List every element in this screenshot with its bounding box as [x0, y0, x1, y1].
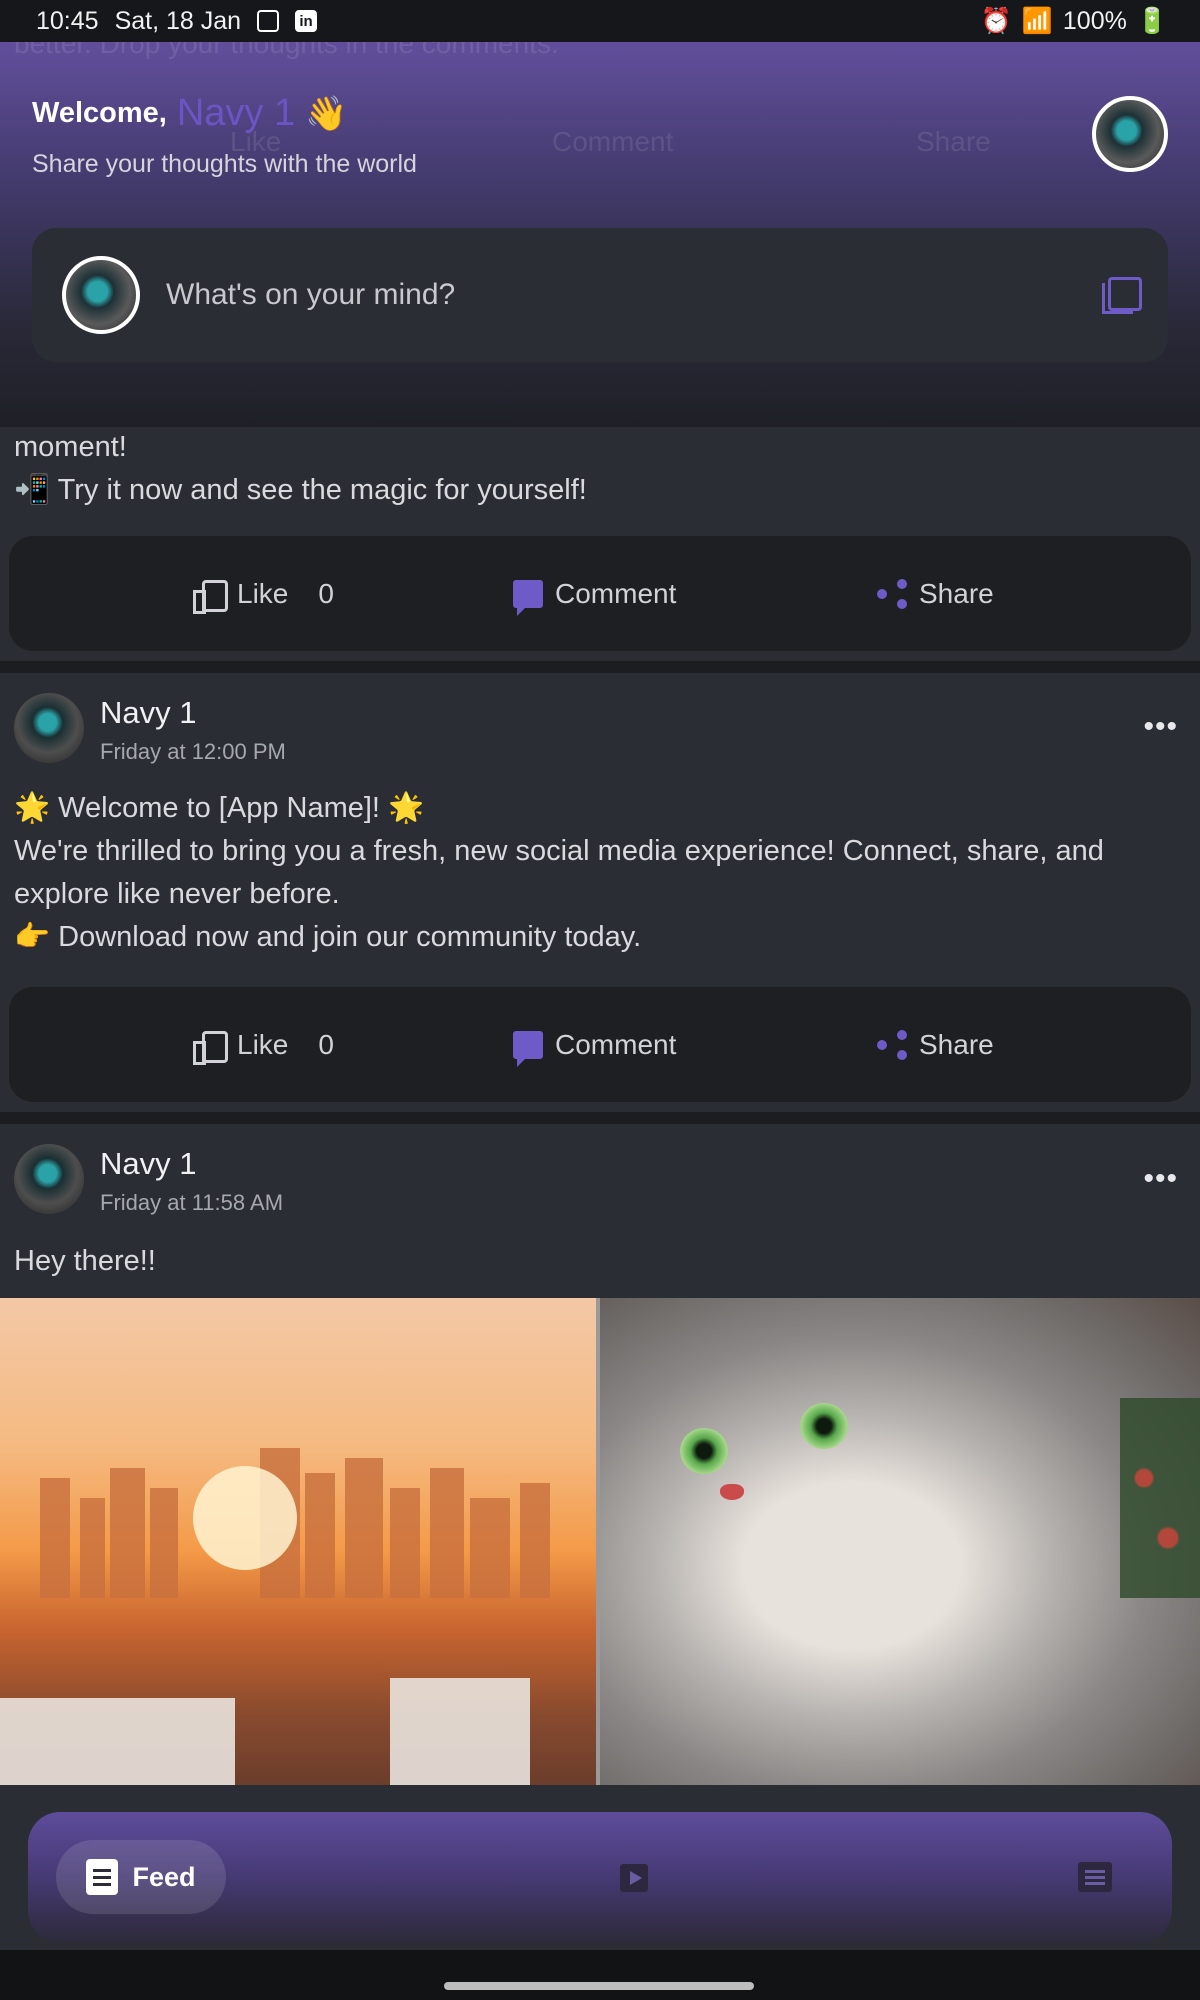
- share-button[interactable]: Share: [877, 1029, 994, 1061]
- alarm-icon: ⏰: [980, 6, 1012, 35]
- scrolled-comment-label: Comment: [552, 126, 674, 157]
- post-line: 👉 Download now and join our community to…: [14, 921, 642, 953]
- avatar: [62, 256, 140, 334]
- post-header: Navy 1 Friday at 11:58 AM: [14, 1144, 283, 1216]
- welcome-heading: Welcome, Navy 1 👋: [32, 92, 347, 135]
- plant-decor: [1120, 1398, 1200, 1598]
- profile-avatar[interactable]: [1092, 96, 1168, 172]
- post-line: explore like never before.: [14, 878, 340, 910]
- city-skyline: [0, 1448, 550, 1785]
- post-image[interactable]: [0, 1298, 1200, 1785]
- post-line: We're thrilled to bring you a fresh, new…: [14, 835, 1104, 867]
- comment-button[interactable]: Comment: [513, 1028, 677, 1067]
- post-text: Hey there!!: [14, 1240, 156, 1283]
- cat-photo: [600, 1298, 1200, 1785]
- welcome-label: Welcome,: [32, 97, 167, 129]
- post-action-bar: Like 0 Comment Share: [9, 536, 1191, 651]
- chat-icon[interactable]: [1078, 1862, 1112, 1892]
- battery-icon: 🔋: [1136, 6, 1168, 35]
- like-label: Like: [237, 577, 289, 609]
- share-button[interactable]: Share: [877, 578, 994, 610]
- thumbs-up-icon: [193, 578, 228, 614]
- scrolled-share-label: Share: [916, 126, 991, 157]
- status-time: 10:45: [36, 6, 99, 35]
- composer-input[interactable]: What's on your mind?: [166, 278, 455, 312]
- post-time: Friday at 12:00 PM: [100, 739, 286, 764]
- cat-nose: [720, 1484, 744, 1500]
- like-button[interactable]: Like 0: [193, 1028, 334, 1065]
- video-library-icon[interactable]: [616, 1860, 650, 1894]
- status-date: Sat, 18 Jan: [114, 6, 242, 35]
- document-icon: [86, 1859, 119, 1895]
- share-icon: [877, 578, 907, 609]
- like-count: 0: [318, 577, 334, 609]
- nav-feed-label: Feed: [132, 1861, 196, 1892]
- header-tagline: Share your thoughts with the world: [32, 150, 417, 178]
- post-line: moment!: [14, 431, 127, 463]
- more-options-icon[interactable]: •••: [1143, 710, 1178, 744]
- like-button[interactable]: Like 0: [193, 577, 334, 614]
- post-author[interactable]: Navy 1: [100, 1146, 283, 1182]
- wave-hand-icon: 👋: [305, 94, 348, 133]
- status-bar: 10:45 Sat, 18 Jan in ⏰ 📶 100% 🔋: [0, 0, 1200, 42]
- comment-icon: [513, 1030, 543, 1067]
- home-indicator[interactable]: [444, 1982, 754, 1990]
- share-label: Share: [919, 1028, 994, 1060]
- post-line: Hey there!!: [14, 1245, 156, 1277]
- like-count: 0: [318, 1028, 334, 1060]
- linkedin-notification-icon: in: [295, 10, 318, 32]
- post-author[interactable]: Navy 1: [100, 695, 286, 731]
- nav-feed-tab[interactable]: Feed: [56, 1840, 226, 1914]
- post-composer[interactable]: What's on your mind?: [32, 228, 1168, 362]
- post-time: Friday at 11:58 AM: [100, 1190, 284, 1215]
- comment-label: Comment: [555, 577, 677, 609]
- share-label: Share: [919, 577, 994, 609]
- add-photo-icon[interactable]: [1102, 277, 1142, 314]
- post-divider: [0, 1112, 1200, 1124]
- cat-eye: [800, 1403, 848, 1449]
- avatar[interactable]: [14, 693, 84, 763]
- share-icon: [877, 1029, 907, 1060]
- post-text: 🌟 Welcome to [App Name]! 🌟 We're thrille…: [14, 787, 1104, 959]
- post-divider: [0, 661, 1200, 673]
- avatar[interactable]: [14, 1144, 84, 1214]
- post-line: 🌟 Welcome to [App Name]! 🌟: [14, 792, 425, 824]
- welcome-user-name: Navy 1: [176, 92, 296, 134]
- post-text: moment! 📲 Try it now and see the magic f…: [14, 426, 587, 512]
- feed-header: better. Drop your thoughts in the commen…: [0, 28, 1200, 427]
- comment-label: Comment: [555, 1028, 677, 1060]
- cat-eye: [680, 1428, 728, 1474]
- gallery-notification-icon: [257, 10, 280, 32]
- bottom-navigation: Feed: [28, 1812, 1172, 1942]
- like-label: Like: [237, 1028, 289, 1060]
- post-line: 📲 Try it now and see the magic for yours…: [14, 474, 587, 506]
- battery-level: 100%: [1062, 6, 1127, 35]
- post-header: Navy 1 Friday at 12:00 PM: [14, 693, 286, 765]
- post-action-bar: Like 0 Comment Share: [9, 987, 1191, 1102]
- more-options-icon[interactable]: •••: [1143, 1162, 1178, 1196]
- wifi-icon: 📶: [1021, 6, 1053, 35]
- comment-button[interactable]: Comment: [513, 577, 677, 616]
- thumbs-up-icon: [193, 1029, 228, 1065]
- comment-icon: [513, 579, 543, 616]
